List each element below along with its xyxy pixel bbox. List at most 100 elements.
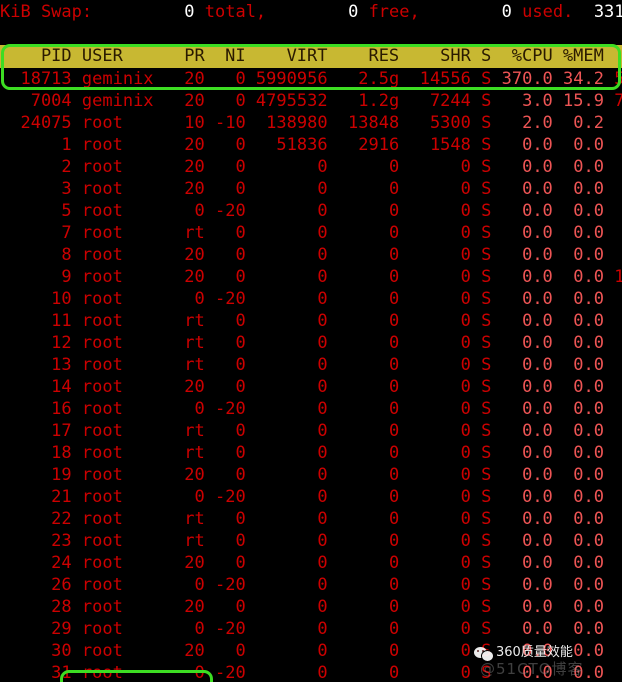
cell-cpu: 0.0 <box>501 267 553 287</box>
cell-user: root <box>81 443 175 463</box>
cell-state: S <box>481 663 502 682</box>
table-row[interactable]: 24075 root 10 -10 138980 13848 5300 S 2.… <box>0 112 622 134</box>
cell-virt: 0 <box>255 333 338 353</box>
table-row[interactable]: 7004 geminix 20 0 4795532 1.2g 7244 S 3.… <box>0 90 622 112</box>
cell-shr: 0 <box>409 597 482 617</box>
table-row[interactable]: 11 root rt 0 0 0 0 S 0.0 0.0 0: <box>0 310 622 332</box>
table-row[interactable]: 5 root 0 -20 0 0 0 S 0.0 0.0 0: <box>0 200 622 222</box>
cell-pid: 5 <box>0 201 82 221</box>
table-row[interactable]: 19 root 20 0 0 0 0 S 0.0 0.0 6: <box>0 464 622 486</box>
cell-res: 0 <box>337 311 410 331</box>
table-row[interactable]: 2 root 20 0 0 0 0 S 0.0 0.0 0: <box>0 156 622 178</box>
table-row[interactable]: 14 root 20 0 0 0 0 S 0.0 0.0 0: <box>0 376 622 398</box>
cell-res: 0 <box>337 201 410 221</box>
cell-pid: 7004 <box>0 91 82 111</box>
process-list: 18713 geminix 20 0 5990956 2.5g 14556 S … <box>0 68 622 682</box>
cell-state: S <box>481 69 502 89</box>
cell-ni: 0 <box>214 91 256 111</box>
cell-state: S <box>481 487 502 507</box>
cell-time: 0: <box>604 377 622 397</box>
cell-state: S <box>481 201 502 221</box>
table-row[interactable]: 9 root 20 0 0 0 0 S 0.0 0.0 128: <box>0 266 622 288</box>
cell-ni: -20 <box>214 201 256 221</box>
cell-res: 0 <box>337 575 410 595</box>
cell-shr: 7244 <box>409 91 482 111</box>
table-row[interactable]: 21 root 0 -20 0 0 0 S 0.0 0.0 0: <box>0 486 622 508</box>
cell-time: 0: <box>604 157 622 177</box>
cell-pr: 20 <box>174 597 215 617</box>
cell-mem: 0.0 <box>552 553 604 573</box>
cell-res: 0 <box>337 289 410 309</box>
cell-user: root <box>81 289 175 309</box>
table-row[interactable]: 22 root rt 0 0 0 0 S 0.0 0.0 0: <box>0 508 622 530</box>
table-row[interactable]: 23 root rt 0 0 0 0 S 0.0 0.0 0: <box>0 530 622 552</box>
table-row[interactable]: 12 root rt 0 0 0 0 S 0.0 0.0 0: <box>0 332 622 354</box>
table-row[interactable]: 26 root 0 -20 0 0 0 S 0.0 0.0 0: <box>0 574 622 596</box>
cell-user: root <box>81 377 175 397</box>
cell-pr: rt <box>174 311 215 331</box>
cell-virt: 0 <box>255 377 338 397</box>
column-header-row[interactable]: PID USER PR NI VIRT RES SHR S %CPU %MEM <box>0 45 622 68</box>
cell-ni: 0 <box>214 267 256 287</box>
table-row[interactable]: 30 root 20 0 0 0 0 S 0.0 0.0 0: <box>0 640 622 662</box>
cell-user: root <box>81 267 175 287</box>
cell-virt: 0 <box>255 399 338 419</box>
cell-pr: 0 <box>174 619 215 639</box>
cell-user: root <box>81 641 175 661</box>
cell-mem: 0.0 <box>552 487 604 507</box>
table-row[interactable]: 17 root rt 0 0 0 0 S 0.0 0.0 0: <box>0 420 622 442</box>
table-row[interactable]: 18713 geminix 20 0 5990956 2.5g 14556 S … <box>0 68 622 90</box>
cell-pid: 2 <box>0 157 82 177</box>
cell-cpu: 0.0 <box>501 355 553 375</box>
cell-mem: 0.0 <box>552 267 604 287</box>
cell-shr: 0 <box>409 267 482 287</box>
swap-label: KiB Swap: <box>0 2 93 22</box>
cell-pr: 0 <box>174 399 215 419</box>
table-row[interactable]: 8 root 20 0 0 0 0 S 0.0 0.0 0: <box>0 244 622 266</box>
table-row[interactable]: 13 root rt 0 0 0 0 S 0.0 0.0 0: <box>0 354 622 376</box>
cell-pid: 26 <box>0 575 82 595</box>
cell-mem: 0.0 <box>552 597 604 617</box>
table-row[interactable]: 31 root 0 -20 0 0 0 S 0.0 0.0 0: <box>0 662 622 682</box>
cell-state: S <box>481 399 502 419</box>
swap-used-label: used. <box>522 2 574 22</box>
cell-mem: 0.0 <box>552 311 604 331</box>
cell-mem: 0.0 <box>552 333 604 353</box>
cell-pr: rt <box>174 421 215 441</box>
cell-ni: 0 <box>214 157 256 177</box>
terminal-window: KiB Swap: 0 total, 0 free, 0 used. 33125… <box>0 0 622 682</box>
cell-virt: 51836 <box>255 135 338 155</box>
cell-mem: 0.0 <box>552 223 604 243</box>
swap-total-value: 0 <box>184 2 195 22</box>
cell-state: S <box>481 267 502 287</box>
cell-pid: 18 <box>0 443 82 463</box>
cell-user: root <box>81 487 175 507</box>
table-row[interactable]: 28 root 20 0 0 0 0 S 0.0 0.0 0: <box>0 596 622 618</box>
cell-res: 13848 <box>337 113 410 133</box>
cell-res: 0 <box>337 355 410 375</box>
table-row[interactable]: 29 root 0 -20 0 0 0 S 0.0 0.0 0: <box>0 618 622 640</box>
cell-time: 0: <box>604 289 622 309</box>
table-row[interactable]: 1 root 20 0 51836 2916 1548 S 0.0 0.0 42… <box>0 134 622 156</box>
cell-virt: 0 <box>255 619 338 639</box>
table-row[interactable]: 16 root 0 -20 0 0 0 S 0.0 0.0 0: <box>0 398 622 420</box>
table-row[interactable]: 3 root 20 0 0 0 0 S 0.0 0.0 5: <box>0 178 622 200</box>
cell-ni: 0 <box>214 443 256 463</box>
table-row[interactable]: 7 root rt 0 0 0 0 S 0.0 0.0 0: <box>0 222 622 244</box>
cell-pid: 8 <box>0 245 82 265</box>
cell-state: S <box>481 333 502 353</box>
table-row[interactable]: 24 root 20 0 0 0 0 S 0.0 0.0 0: <box>0 552 622 574</box>
cell-ni: -20 <box>214 289 256 309</box>
mem-available-value: 33125 <box>593 2 622 22</box>
cell-shr: 5300 <box>409 113 482 133</box>
table-row[interactable]: 18 root rt 0 0 0 0 S 0.0 0.0 0: <box>0 442 622 464</box>
table-row[interactable]: 10 root 0 -20 0 0 0 S 0.0 0.0 0: <box>0 288 622 310</box>
cell-cpu: 0.0 <box>501 575 553 595</box>
cell-pr: rt <box>174 355 215 375</box>
cell-pr: 20 <box>174 135 215 155</box>
cell-pid: 9 <box>0 267 82 287</box>
cell-mem: 0.0 <box>552 179 604 199</box>
cell-time: 0: <box>604 311 622 331</box>
cell-state: S <box>481 377 502 397</box>
cell-user: root <box>81 531 175 551</box>
